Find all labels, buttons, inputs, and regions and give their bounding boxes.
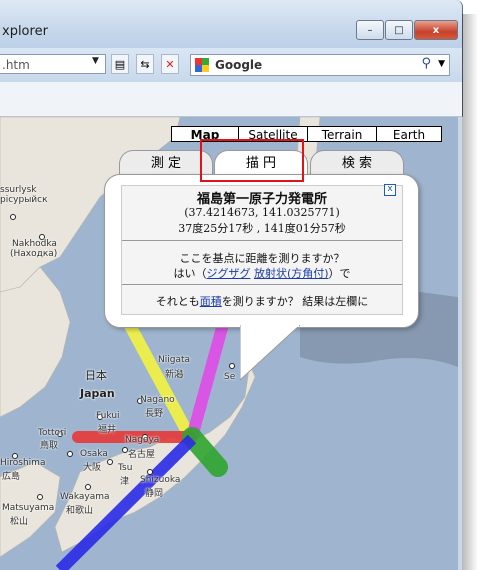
close-button[interactable]: x [414,20,458,40]
city-label: Nakhodka [12,239,57,249]
divider [122,284,402,285]
info-content: x 福島第一原子力発電所 (37.4214673, 141.0325771) 3… [121,184,403,315]
measure-options: はい（ジグザグ 放射状(方角付)）で [122,265,402,281]
search-dropdown-icon[interactable]: ▼ [438,59,445,69]
decimal-coordinates: (37.4214673, 141.0325771) [184,206,340,219]
city-label: 名古屋 [128,450,156,460]
country-label: Japan [80,387,115,400]
area-suffix-text: を測りますか？ 結果は左欄に [221,295,369,308]
city-label: Fukui [96,411,120,421]
maximize-button[interactable]: □ [385,20,413,40]
google-icon [195,58,209,72]
stop-icon[interactable]: ✕ [161,54,179,74]
window-title: xplorer [2,24,48,39]
window-shadow [462,14,478,570]
city-label: Niigata [158,355,191,365]
title-bar: xplorer – □ x [0,0,463,48]
city-label: ssurlysk [0,185,37,195]
city-label: Wakayama [60,492,110,502]
bubble-pointer [240,325,301,381]
city-label: 福井 [98,425,117,435]
city-label: Matsuyama [2,503,55,513]
yes-suffix-text: ）で [328,267,351,280]
country-label: 日本 [85,369,107,382]
refresh-icon[interactable]: ⇆ [136,54,154,74]
city-label: Hiroshima [0,458,46,468]
city-label: 津 [120,477,130,487]
city-label: Tsu [118,463,133,473]
city-label: 長野 [145,409,164,419]
area-prefix-text: それとも [155,295,200,308]
city-label: 和歌山 [66,506,94,516]
city-label: 大阪 [83,463,102,473]
highlight-box [200,139,304,182]
city-label: Se [224,372,236,382]
korea-land [0,266,71,418]
radial-link[interactable]: 放射状(方角付) [254,267,329,280]
search-icon[interactable]: ⚲ [421,56,431,71]
area-question: それとも面積を測りますか？ 結果は左欄に [122,293,402,309]
city-label: 鳥取 [40,441,59,451]
city-label: 新潟 [165,370,184,380]
tab-measure[interactable]: 測 定 [119,150,213,177]
measure-question: ここを基点に距離を測りますか？ [179,252,345,265]
city-label: Shizuoka [140,475,181,485]
city-label: 松山 [10,517,29,527]
zigzag-link[interactable]: ジグザグ [206,267,250,280]
area-link[interactable]: 面積 [200,295,222,308]
city-label: Tottori [38,428,67,438]
yes-prefix-text: はい（ [173,267,207,280]
city-label: 広島 [2,472,21,482]
divider [122,240,402,241]
city-label: Nagoya [125,435,160,445]
navigation-toolbar: .htm ▼ ▤ ⇆ ✕ Google ⚲ ▼ [0,48,463,82]
search-input[interactable]: Google ⚲ ▼ [190,54,450,76]
city-label: 静岡 [145,489,164,499]
measure-line-magenta [186,311,231,443]
city-label: Nagano [140,395,175,405]
city-label: рісурыйск [0,195,48,205]
dms-coordinates: 37度25分17秒 , 141度01分57秒 [178,222,346,235]
window-controls: – □ x [356,20,458,40]
address-bar[interactable]: .htm [0,54,106,74]
minimize-button[interactable]: – [356,20,384,40]
place-name: 福島第一原子力発電所 [196,192,327,207]
address-dropdown-icon[interactable]: ▼ [92,56,99,66]
tab-search[interactable]: 検 索 [310,150,404,177]
browser-window: xplorer – □ x .htm ▼ ▤ ⇆ ✕ Google ⚲ ▼ Ma… [0,0,463,570]
compatibility-icon[interactable]: ▤ [111,54,129,74]
info-bubble: x 福島第一原子力発電所 (37.4214673, 141.0325771) 3… [104,174,419,381]
city-label: (Находка) [10,249,58,259]
maptype-terrain-button[interactable]: Terrain [307,126,377,142]
command-bar [0,82,463,117]
maptype-earth-button[interactable]: Earth [376,126,442,142]
search-engine-label: Google [215,58,263,72]
city-label: Osaka [80,449,108,459]
